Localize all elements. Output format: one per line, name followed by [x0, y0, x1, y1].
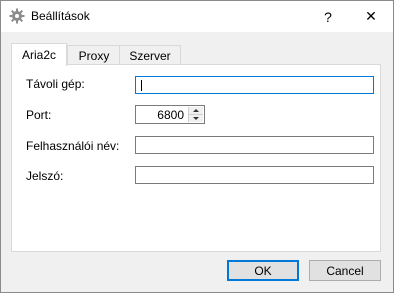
- tab-label: Aria2c: [21, 48, 56, 62]
- remote-host-input[interactable]: [135, 76, 374, 94]
- port-value: 6800: [157, 108, 184, 122]
- spin-down-button[interactable]: [189, 115, 203, 122]
- tab-proxy[interactable]: Proxy: [67, 45, 121, 65]
- port-spinbox[interactable]: 6800: [135, 105, 205, 124]
- gear-icon: [9, 8, 25, 24]
- settings-dialog: Beállítások ? ✕ Aria2c Proxy Szerver Táv…: [0, 0, 394, 293]
- cancel-button[interactable]: Cancel: [309, 260, 381, 281]
- chevron-up-icon: [193, 109, 199, 112]
- close-button[interactable]: ✕: [349, 1, 393, 32]
- password-label: Jelszó:: [26, 169, 64, 183]
- username-input[interactable]: [135, 136, 374, 154]
- tab-szerver[interactable]: Szerver: [119, 45, 181, 65]
- ok-button[interactable]: OK: [227, 260, 299, 281]
- help-icon: ?: [324, 8, 332, 25]
- chevron-down-icon: [193, 117, 199, 120]
- port-label: Port:: [26, 108, 52, 122]
- remote-host-label: Távoli gép:: [26, 77, 85, 91]
- spin-up-button[interactable]: [189, 107, 203, 115]
- tab-label: Szerver: [129, 48, 171, 63]
- title-bar: Beállítások ? ✕: [1, 1, 393, 32]
- username-label: Felhasználói név:: [26, 139, 120, 153]
- window-title: Beállítások: [31, 9, 90, 23]
- tab-panel-aria2c: Távoli gép: Port: 6800 Felhasználói név:…: [11, 64, 381, 252]
- password-input[interactable]: [135, 166, 374, 184]
- text-caret: [141, 80, 142, 91]
- port-spin-buttons: [188, 107, 203, 122]
- help-button[interactable]: ?: [306, 1, 350, 32]
- ok-button-label: OK: [254, 263, 272, 278]
- close-icon: ✕: [365, 8, 377, 24]
- tab-aria2c[interactable]: Aria2c: [11, 43, 67, 66]
- tab-label: Proxy: [78, 48, 110, 63]
- cancel-button-label: Cancel: [326, 263, 364, 278]
